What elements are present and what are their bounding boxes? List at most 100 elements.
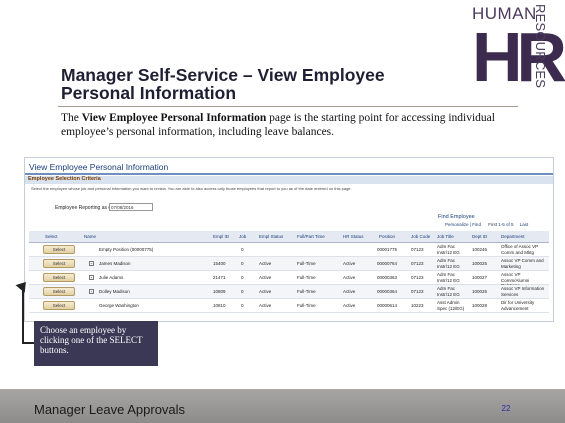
cell-name[interactable]: Julie Adams <box>99 275 123 280</box>
cell-position: 00000364 <box>377 289 398 294</box>
cell-department: Office of Assoc VP Comm and Mktg <box>501 244 539 255</box>
cell-name: Empty Position (00000775) <box>99 247 154 252</box>
find-link[interactable]: Find <box>472 222 481 227</box>
cell-job: 0 <box>241 261 244 266</box>
cell-job: 0 <box>241 275 244 280</box>
cell-status: Active <box>259 303 272 308</box>
cell-emplid: 10809 <box>213 289 226 294</box>
cell-emplid: 15400 <box>213 261 226 266</box>
employee-grid: Select Name Empl ID Job Empl Status Full… <box>29 231 549 313</box>
slide-title: Manager Self-Service – View Employee Per… <box>61 65 385 103</box>
table-row: Select + Julie Adams 21471 0 Active Full… <box>29 271 549 288</box>
intro-pre: The <box>61 112 82 124</box>
col-status: Empl Status <box>259 234 284 239</box>
select-button[interactable]: Select <box>43 287 75 296</box>
cell-job: 0 <box>241 247 244 252</box>
cell-jobcode: 07123 <box>411 275 424 280</box>
cell-status: Active <box>259 261 272 266</box>
callout-connector-h <box>22 342 34 344</box>
table-row: Select Empty Position (00000775) 0 00001… <box>29 243 549 257</box>
cell-ft: Full-Time <box>297 261 316 266</box>
cell-name[interactable]: George Washington <box>99 303 139 308</box>
expand-icon[interactable]: + <box>89 261 94 266</box>
intro-bold: View Employee Personal Information <box>81 112 267 124</box>
cell-jobcode: 07123 <box>411 247 424 252</box>
cell-deptid: 100246 <box>472 247 488 252</box>
instructions: Select the employee whose job and person… <box>31 186 352 191</box>
cell-jobtitle: Adm Fac Instr/12 EG <box>437 272 460 283</box>
cell-job: 0 <box>241 289 244 294</box>
cell-hr: Active <box>343 303 356 308</box>
col-job: Job <box>239 234 247 239</box>
cell-status: Active <box>259 289 272 294</box>
select-button[interactable]: Select <box>43 301 75 310</box>
col-hr: HR Status <box>343 234 364 239</box>
expand-icon[interactable]: + <box>89 289 94 294</box>
reporting-date-input[interactable]: 07/08/2016 <box>109 203 153 211</box>
cell-jobcode: 07123 <box>411 289 424 294</box>
cell-name[interactable]: James Madison <box>99 261 131 266</box>
table-row: Select + James Madison 15400 0 Active Fu… <box>29 257 549 271</box>
logo-resources-text: RESOURCES <box>533 4 548 89</box>
col-select: Select <box>45 234 58 239</box>
col-jobtitle: Job Title <box>437 234 454 239</box>
cell-jobcode: 10223 <box>411 303 424 308</box>
find-employee-link[interactable]: Find Employee <box>438 214 475 220</box>
grid-header: Select Name Empl ID Job Empl Status Full… <box>29 231 549 243</box>
col-emplid: Empl ID <box>213 234 230 239</box>
title-underline <box>25 173 553 175</box>
cell-deptid: 100025 <box>472 261 488 266</box>
cell-ft: Full-Time <box>297 303 316 308</box>
cell-name[interactable]: Dolley Madison <box>99 289 130 294</box>
cell-emplid: 21471 <box>213 275 226 280</box>
cell-jobtitle: Adm Fac Instr/12 EG <box>437 286 460 297</box>
cell-position: 00000614 <box>377 303 398 308</box>
reporting-label: Employee Reporting as of <box>55 205 113 211</box>
table-row: Select George Washington 10810 0 Active … <box>29 299 549 313</box>
cell-deptid: 100027 <box>472 275 488 280</box>
grid-navigation: Personalize | Find First 1-5 of 5 Last <box>445 222 529 227</box>
cell-deptid: 100028 <box>472 303 488 308</box>
footer-title: Manager Leave Approvals <box>34 402 186 417</box>
title-divider <box>58 106 518 107</box>
cell-department: Assoc VP Information Services <box>501 286 545 297</box>
select-button[interactable]: Select <box>43 259 75 268</box>
col-position: Position <box>379 234 396 239</box>
grid-range: 1-5 of 5 <box>498 222 514 227</box>
section-bar <box>25 176 553 184</box>
table-row: Select + Dolley Madison 10809 0 Active F… <box>29 285 549 299</box>
cell-position: 00001775 <box>377 247 398 252</box>
cell-position: 00000764 <box>377 261 398 266</box>
cell-jobtitle: Adm Fac Instr/12 EG <box>437 244 460 255</box>
screenshot-page-title: View Employee Personal Information <box>29 162 169 172</box>
cell-emplid: 10810 <box>213 303 226 308</box>
cell-department: Dir for University Advancement <box>501 300 535 311</box>
callout-box: Choose an employee by clicking one of th… <box>34 321 158 366</box>
cell-hr: Active <box>343 289 356 294</box>
col-name: Name <box>84 234 97 239</box>
col-jobcode: Job Code <box>411 234 431 239</box>
col-department: Department <box>501 234 525 239</box>
peoplesoft-screenshot: View Employee Personal Information Emplo… <box>24 157 554 322</box>
expand-icon[interactable]: + <box>89 275 94 280</box>
cell-job: 0 <box>241 303 244 308</box>
cell-deptid: 100025 <box>472 289 488 294</box>
personalize-link[interactable]: Personalize <box>445 222 469 227</box>
grid-last[interactable]: Last <box>520 222 529 227</box>
select-button[interactable]: Select <box>43 245 75 254</box>
hr-logo: HUMAN HR RESOURCES <box>472 4 565 92</box>
cell-ft: Full-Time <box>297 289 316 294</box>
cell-status: Active <box>259 275 272 280</box>
cell-position: 00000363 <box>377 275 398 280</box>
grid-first[interactable]: First <box>488 222 497 227</box>
col-ft: Full/Part Time <box>297 234 325 239</box>
cell-hr: Active <box>343 275 356 280</box>
cell-ft: Full-Time <box>297 275 316 280</box>
cell-jobtitle: Asst Admin Spec (12/EG) <box>437 300 465 311</box>
callout-connector <box>22 285 24 343</box>
cell-department: Assoc VP Comm and Marketing <box>501 258 544 269</box>
logo-resources: RESOURCES <box>533 4 550 90</box>
select-button[interactable]: Select <box>43 273 75 282</box>
cell-hr: Active <box>343 261 356 266</box>
section-label: Employee Selection Criteria <box>28 176 101 182</box>
